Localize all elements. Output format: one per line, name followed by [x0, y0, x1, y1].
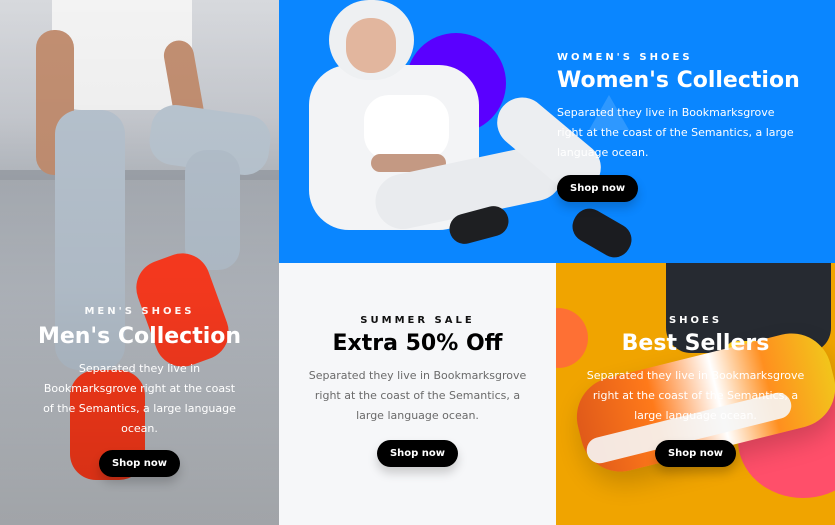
- summer-sale-panel: SUMMER SALE Extra 50% Off Separated they…: [279, 263, 556, 525]
- mens-eyebrow: MEN'S SHOES: [84, 306, 195, 317]
- womens-collection-panel: WOMEN'S SHOES Women's Collection Separat…: [279, 0, 835, 263]
- womens-description: Separated they live in Bookmarksgrove ri…: [557, 106, 794, 159]
- best-eyebrow: SHOES: [668, 315, 723, 326]
- sale-eyebrow: SUMMER SALE: [360, 315, 475, 326]
- mens-collection-panel: MEN'S SHOES Men's Collection Separated t…: [0, 0, 279, 525]
- best-content: SHOES Best Sellers Separated they live i…: [556, 315, 835, 467]
- sale-content: SUMMER SALE Extra 50% Off Separated they…: [279, 315, 556, 467]
- womens-model-top: [364, 95, 449, 160]
- womens-title: Women's Collection: [557, 68, 800, 93]
- mens-shop-now-button[interactable]: Shop now: [98, 450, 181, 478]
- best-title: Best Sellers: [621, 331, 770, 356]
- collections-grid: MEN'S SHOES Men's Collection Separated t…: [0, 0, 835, 525]
- mens-content: MEN'S SHOES Men's Collection Separated t…: [0, 306, 279, 478]
- mens-title: Men's Collection: [37, 324, 242, 349]
- best-shop-now-button[interactable]: Shop now: [654, 439, 737, 467]
- best-sellers-panel: SHOES Best Sellers Separated they live i…: [556, 263, 835, 525]
- sale-title: Extra 50% Off: [332, 331, 503, 356]
- mens-description: Separated they live in Bookmarksgrove ri…: [43, 362, 236, 435]
- womens-model-face: [346, 18, 396, 73]
- womens-eyebrow: WOMEN'S SHOES: [557, 52, 693, 63]
- womens-content: WOMEN'S SHOES Women's Collection Separat…: [557, 52, 807, 202]
- womens-shop-now-button[interactable]: Shop now: [557, 174, 639, 202]
- sale-description: Separated they live in Bookmarksgrove ri…: [308, 369, 527, 422]
- sale-shop-now-button[interactable]: Shop now: [376, 439, 459, 467]
- womens-shoe-2: [566, 202, 638, 263]
- best-description: Separated they live in Bookmarksgrove ri…: [586, 369, 805, 422]
